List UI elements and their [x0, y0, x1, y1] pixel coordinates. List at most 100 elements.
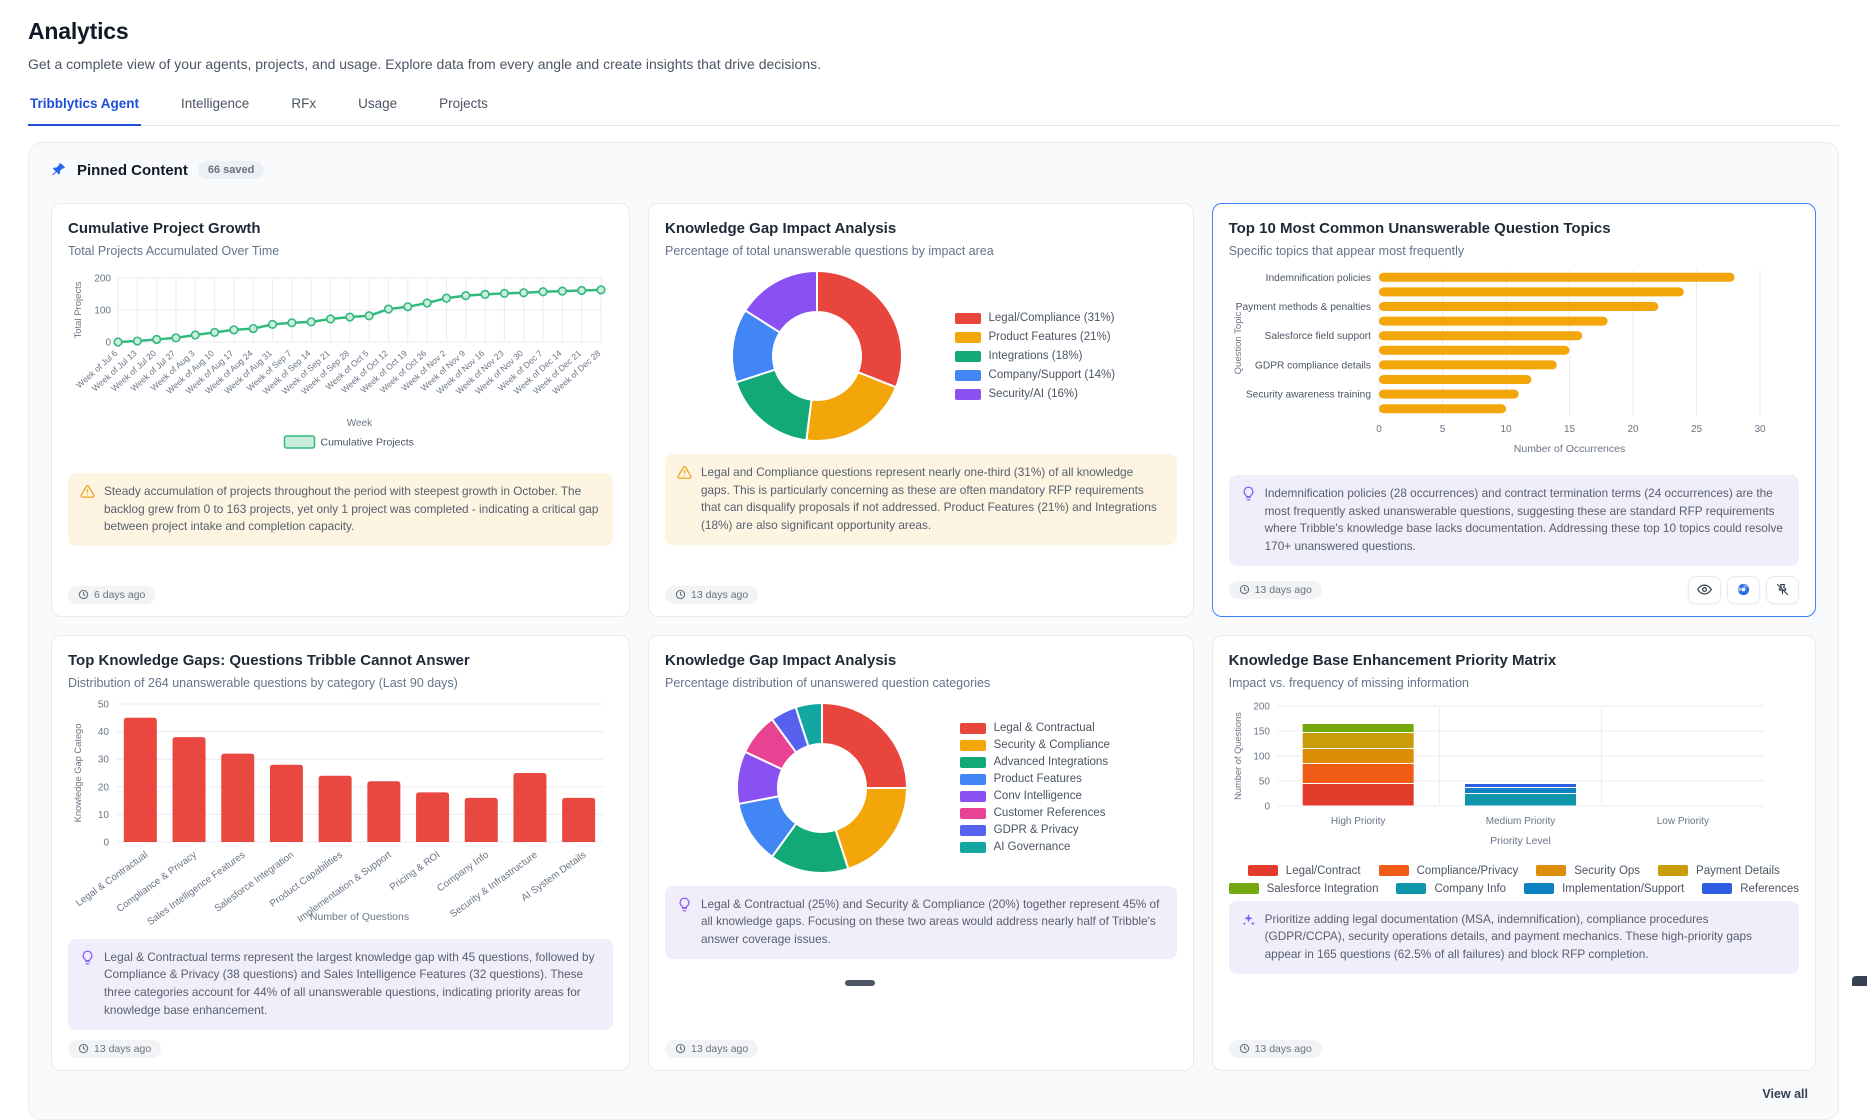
legend-item: Implementation/Support — [1524, 883, 1684, 895]
tab-intelligence[interactable]: Intelligence — [179, 94, 251, 125]
unpin-button[interactable] — [1766, 576, 1799, 604]
svg-text:Number of Questions: Number of Questions — [1233, 711, 1243, 799]
clock-icon — [78, 589, 89, 600]
view-button[interactable] — [1688, 576, 1721, 604]
svg-text:Low Priority: Low Priority — [1656, 816, 1708, 827]
panel-footer: View all — [51, 1071, 1816, 1105]
svg-text:Cumulative Projects: Cumulative Projects — [321, 437, 414, 449]
insight-box: Steady accumulation of projects througho… — [68, 473, 613, 546]
svg-text:15: 15 — [1564, 424, 1576, 435]
svg-text:GDPR compliance details: GDPR compliance details — [1255, 360, 1371, 371]
warning-icon — [677, 465, 692, 535]
svg-text:200: 200 — [94, 274, 111, 285]
svg-text:Question Topic: Question Topic — [1233, 311, 1244, 374]
pin-icon — [51, 162, 67, 178]
timestamp-badge: 13 days ago — [665, 586, 758, 604]
card-footer: 13 days ago — [665, 1030, 1177, 1058]
clock-icon — [675, 1043, 686, 1054]
legend-item: Conv Intelligence — [960, 790, 1110, 802]
legend-item: Advanced Integrations — [960, 756, 1110, 768]
tab-usage[interactable]: Usage — [356, 94, 399, 125]
svg-text:Payment methods & penalties: Payment methods & penalties — [1235, 302, 1370, 313]
legend-item: Security Ops — [1536, 865, 1640, 877]
legend-item: References — [1702, 883, 1799, 895]
card-footer: 13 days ago — [1229, 566, 1799, 604]
page-subtitle: Get a complete view of your agents, proj… — [28, 56, 1839, 72]
card-cumulative-project-growth[interactable]: Cumulative Project Growth Total Projects… — [51, 203, 630, 617]
insight-text: Steady accumulation of projects througho… — [104, 483, 601, 536]
tab-rfx[interactable]: RFx — [289, 94, 318, 125]
legend-item: Payment Details — [1658, 865, 1780, 877]
topic-occurrences-bar-chart: 051015202530Indemnification policiesPaym… — [1229, 264, 1799, 469]
insight-text: Legal & Contractual terms represent the … — [104, 949, 601, 1020]
ai-agent-button[interactable] — [1727, 576, 1760, 604]
svg-text:10: 10 — [1500, 424, 1512, 435]
warning-icon — [80, 484, 95, 536]
pinned-content-panel: Pinned Content 66 saved Cumulative Proje… — [28, 142, 1839, 1120]
legend-item: Legal/Compliance (31%) — [955, 312, 1116, 324]
svg-text:0: 0 — [103, 837, 109, 848]
svg-text:Salesforce field support: Salesforce field support — [1264, 331, 1371, 342]
legend-item: Salesforce Integration — [1229, 883, 1379, 895]
card-actions — [1688, 576, 1799, 604]
legend-item: Compliance/Privacy — [1379, 865, 1519, 877]
card-subtitle: Percentage distribution of unanswered qu… — [665, 676, 1177, 690]
svg-text:Security & Infrastructure: Security & Infrastructure — [448, 849, 540, 920]
clock-icon — [1239, 584, 1250, 595]
card-knowledge-gap-impact-2[interactable]: Knowledge Gap Impact Analysis Percentage… — [648, 635, 1194, 1071]
timestamp-badge: 13 days ago — [1229, 581, 1322, 599]
tab-projects[interactable]: Projects — [437, 94, 490, 125]
card-title: Knowledge Gap Impact Analysis — [665, 652, 1177, 669]
card-subtitle: Distribution of 264 unanswerable questio… — [68, 676, 613, 690]
card-top-knowledge-gaps[interactable]: Top Knowledge Gaps: Questions Tribble Ca… — [51, 635, 630, 1071]
insight-box: Indemnification policies (28 occurrences… — [1229, 475, 1799, 566]
card-priority-matrix[interactable]: Knowledge Base Enhancement Priority Matr… — [1212, 635, 1816, 1071]
pinned-cards-grid: Cumulative Project Growth Total Projects… — [51, 203, 1816, 1071]
svg-text:10: 10 — [98, 810, 110, 821]
analytics-page: Analytics Get a complete view of your ag… — [0, 0, 1867, 1120]
legend-item: Customer References — [960, 807, 1110, 819]
knowledge-gap-category-bar-chart: 01020304050Legal & ContractualCompliance… — [68, 696, 613, 933]
lightbulb-icon — [80, 950, 95, 1020]
cumulative-growth-line-chart: 0100200Total ProjectsWeek of Jul 6Week o… — [68, 264, 613, 467]
svg-text:20: 20 — [98, 782, 110, 793]
insight-box: Legal & Contractual terms represent the … — [68, 939, 613, 1030]
svg-text:30: 30 — [98, 754, 110, 765]
legend-item: Product Features (21%) — [955, 331, 1116, 343]
svg-text:Total Projects: Total Projects — [73, 281, 84, 338]
svg-text:Indemnification policies: Indemnification policies — [1265, 273, 1370, 284]
svg-text:0: 0 — [1376, 424, 1382, 435]
insight-text: Indemnification policies (28 occurrences… — [1265, 485, 1787, 556]
svg-text:Number of Occurrences: Number of Occurrences — [1513, 443, 1624, 455]
pinned-content-title: Pinned Content — [77, 162, 188, 179]
svg-text:5: 5 — [1439, 424, 1445, 435]
card-title: Knowledge Gap Impact Analysis — [665, 220, 1177, 237]
svg-text:150: 150 — [1253, 726, 1270, 737]
svg-text:50: 50 — [1258, 776, 1270, 787]
tab-tribblytics-agent[interactable]: Tribblytics Agent — [28, 94, 141, 126]
svg-text:Medium Priority: Medium Priority — [1485, 816, 1554, 827]
saved-count-badge: 66 saved — [198, 161, 264, 179]
card-top-10-unanswerable-topics[interactable]: Top 10 Most Common Unanswerable Question… — [1212, 203, 1816, 617]
card-knowledge-gap-impact-1[interactable]: Knowledge Gap Impact Analysis Percentage… — [648, 203, 1194, 617]
view-all-link[interactable]: View all — [1762, 1087, 1808, 1101]
card-subtitle: Specific topics that appear most frequen… — [1229, 244, 1799, 258]
tribble-logo-icon — [1736, 582, 1751, 597]
card-title: Knowledge Base Enhancement Priority Matr… — [1229, 652, 1799, 669]
timestamp-badge: 13 days ago — [68, 1040, 161, 1058]
svg-text:0: 0 — [1264, 801, 1270, 812]
clock-icon — [1239, 1043, 1250, 1054]
svg-text:Priority Level: Priority Level — [1490, 835, 1551, 847]
horizontal-scrollbar-thumb[interactable] — [845, 980, 875, 986]
svg-text:50: 50 — [98, 699, 110, 710]
scrollbar-corner — [1852, 976, 1867, 986]
svg-text:Number of Questions: Number of Questions — [310, 911, 409, 923]
svg-text:100: 100 — [1253, 751, 1270, 762]
eye-icon — [1697, 582, 1712, 597]
insight-text: Prioritize adding legal documentation (M… — [1265, 911, 1787, 964]
card-title: Top Knowledge Gaps: Questions Tribble Ca… — [68, 652, 613, 669]
svg-text:Sales Intelligence Features: Sales Intelligence Features — [145, 849, 247, 927]
svg-text:25: 25 — [1691, 424, 1703, 435]
svg-text:40: 40 — [98, 727, 110, 738]
clock-icon — [675, 589, 686, 600]
